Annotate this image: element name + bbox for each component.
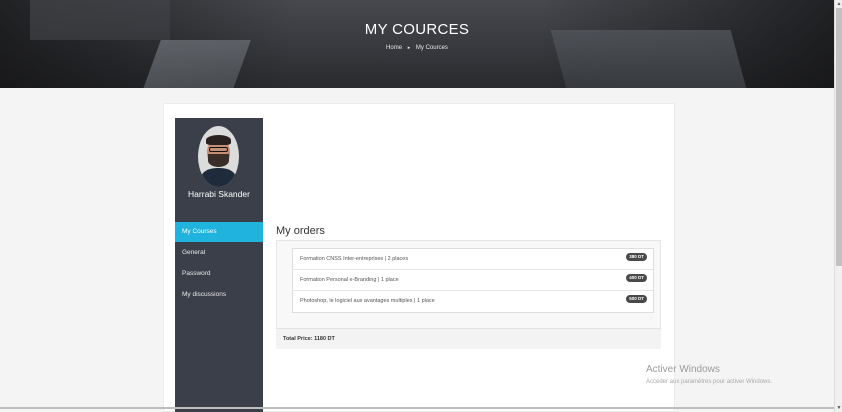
vertical-scrollbar[interactable]: ▲ ▼	[834, 0, 842, 412]
scroll-down-icon[interactable]: ▼	[835, 404, 842, 412]
list-item: Formation CNSS Inter-entreprises | 2 pla…	[293, 249, 653, 270]
order-name: Formation Personal e-Branding | 1 place	[300, 277, 399, 283]
total-bar: Total Price: 1180 DT	[276, 328, 661, 349]
hero-banner: MY COURCES Home ▸ My Cources	[0, 0, 834, 88]
order-name: Formation CNSS Inter-entreprises | 2 pla…	[300, 256, 409, 262]
price-badge: 400 DT	[626, 274, 647, 282]
price-badge: 380 DT	[626, 253, 647, 261]
scroll-up-icon[interactable]: ▲	[835, 0, 842, 8]
order-name: Photoshop, le logiciel aux avantages mul…	[300, 298, 435, 304]
orders-heading: My orders	[276, 225, 325, 237]
sidebar-item-my-courses[interactable]: My Courses	[175, 222, 263, 242]
breadcrumb-current: My Cources	[415, 45, 448, 51]
banner-decoration	[550, 30, 750, 88]
watermark-subtitle: Accéder aux paramètres pour activer Wind…	[646, 379, 773, 385]
sidebar-item-general[interactable]: General	[175, 243, 263, 263]
sidebar-item-my-discussions[interactable]: My discussions	[175, 285, 263, 305]
breadcrumb-home-link[interactable]: Home	[386, 45, 402, 51]
price-badge: 500 DT	[626, 295, 647, 303]
scrollbar-thumb[interactable]	[836, 8, 842, 266]
breadcrumb-separator-icon: ▸	[407, 45, 411, 51]
breadcrumb: Home ▸ My Cources	[0, 45, 834, 51]
total-price: Total Price: 1180 DT	[283, 336, 335, 342]
avatar	[198, 126, 239, 187]
sidebar-item-password[interactable]: Password	[175, 264, 263, 284]
watermark-title: Activer Windows	[646, 364, 720, 375]
list-item: Photoshop, le logiciel aux avantages mul…	[293, 291, 653, 312]
horizontal-scrollbar[interactable]	[0, 407, 834, 409]
orders-list: Formation CNSS Inter-entreprises | 2 pla…	[292, 248, 654, 313]
list-item: Formation Personal e-Branding | 1 place …	[293, 270, 653, 291]
page-title: MY COURCES	[364, 21, 470, 38]
user-name: Harrabi Skander	[188, 189, 250, 199]
